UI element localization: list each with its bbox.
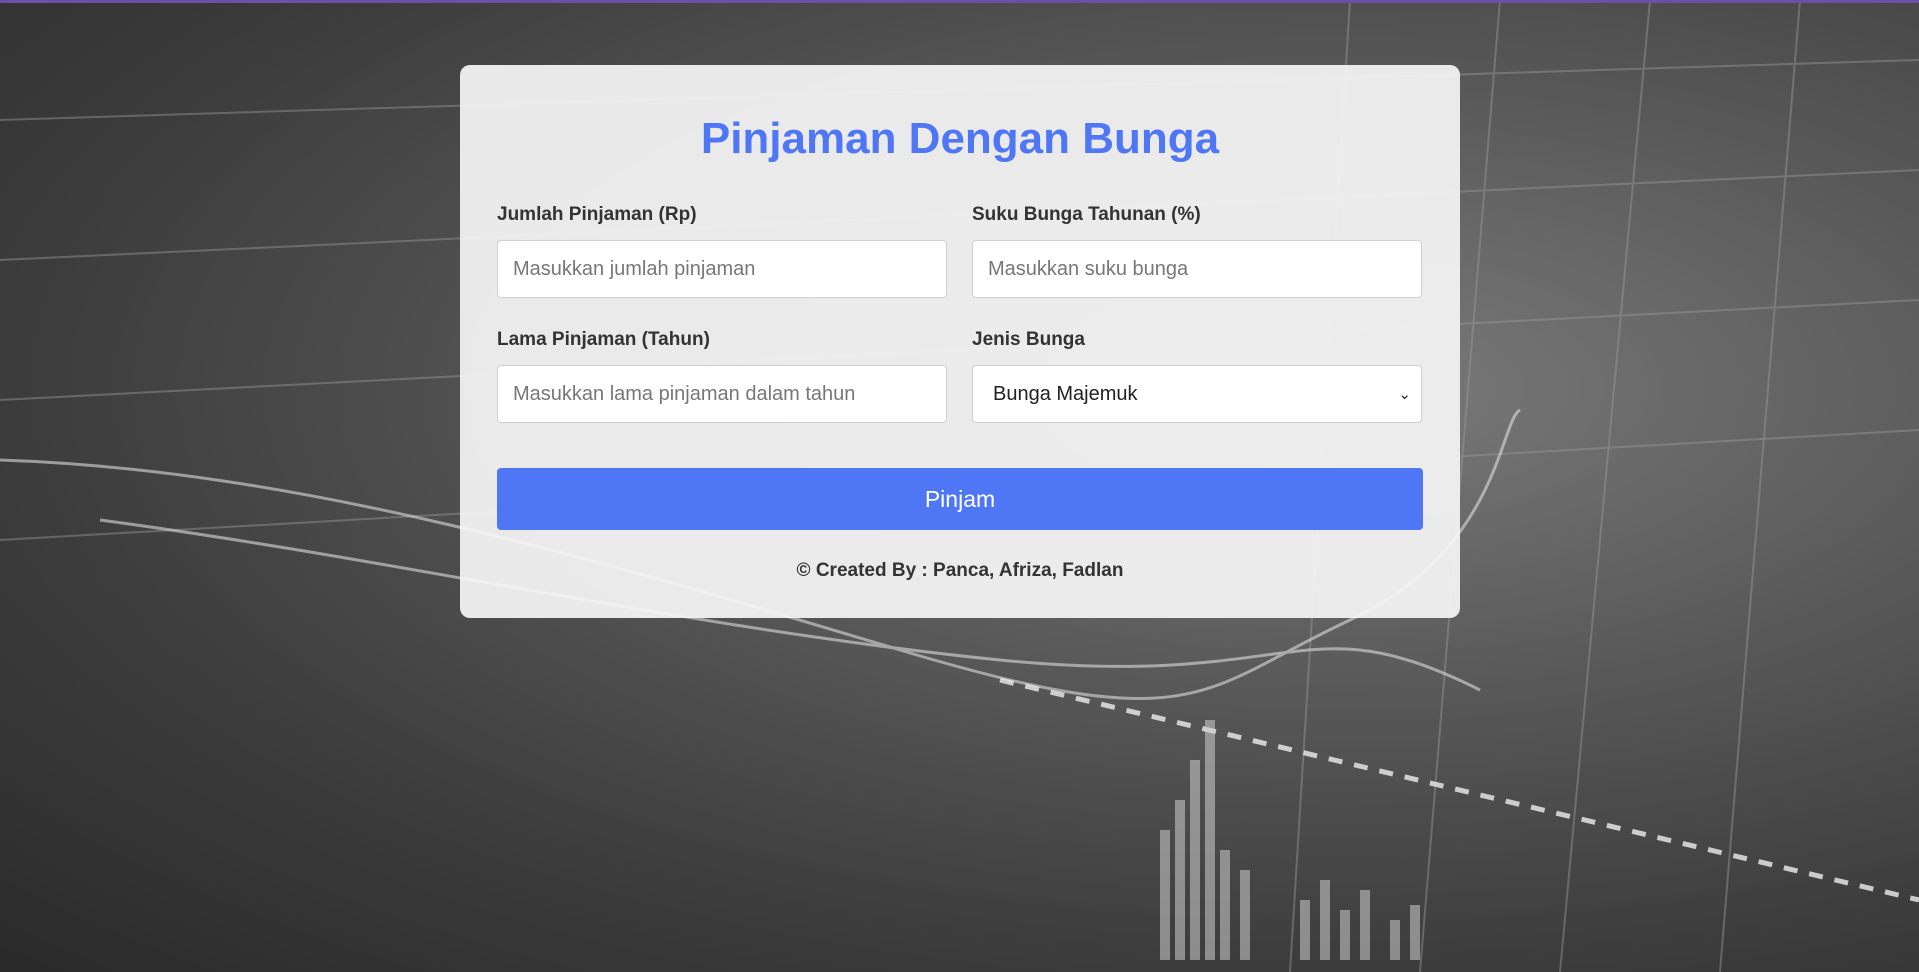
amount-label: Jumlah Pinjaman (Rp): [497, 204, 697, 225]
duration-field-group: Lama Pinjaman (Tahun): [497, 329, 947, 454]
rate-label: Suku Bunga Tahunan (%): [972, 204, 1201, 225]
amount-input[interactable]: [497, 240, 947, 298]
loan-form-card: Pinjaman Dengan Bunga Jumlah Pinjaman (R…: [460, 65, 1460, 618]
interest-type-field-group: Jenis Bunga Bunga Majemuk ⌄: [972, 329, 1422, 454]
duration-label: Lama Pinjaman (Tahun): [497, 329, 710, 350]
interest-type-label: Jenis Bunga: [972, 329, 1085, 350]
interest-type-selected: Bunga Majemuk: [993, 382, 1138, 405]
chevron-down-icon: ⌄: [1398, 386, 1411, 403]
duration-input[interactable]: [497, 365, 947, 423]
rate-input[interactable]: [972, 240, 1422, 298]
rate-field-group: Suku Bunga Tahunan (%): [972, 204, 1422, 329]
footer-credit: © Created By : Panca, Afriza, Fadlan: [796, 560, 1124, 581]
loan-form: Jumlah Pinjaman (Rp) Suku Bunga Tahunan …: [497, 204, 1423, 454]
page-title: Pinjaman Dengan Bunga: [700, 114, 1220, 163]
interest-type-select[interactable]: Bunga Majemuk ⌄: [972, 365, 1422, 423]
top-accent-bar: [0, 0, 1919, 3]
amount-field-group: Jumlah Pinjaman (Rp): [497, 204, 947, 329]
submit-loan-button[interactable]: Pinjam: [497, 468, 1423, 530]
